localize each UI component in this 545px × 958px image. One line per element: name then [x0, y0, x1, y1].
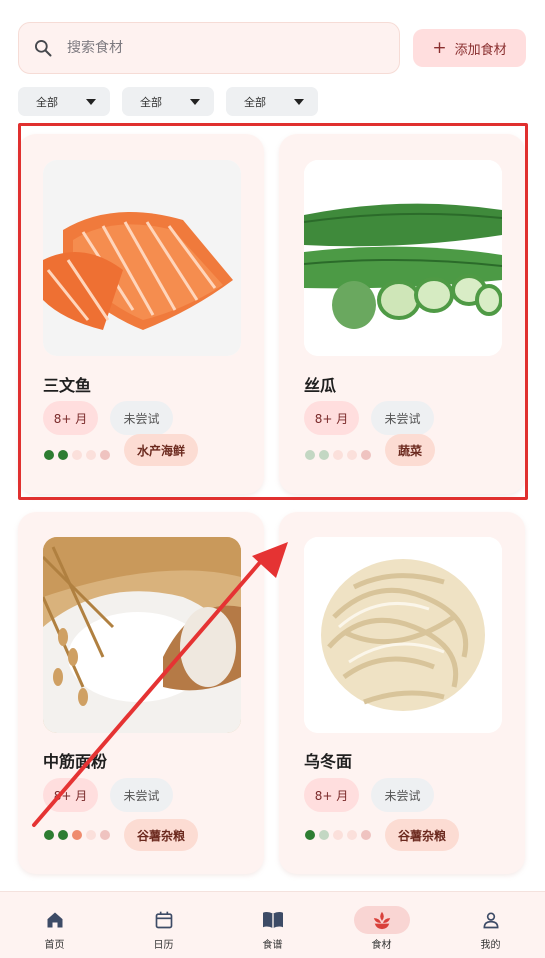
filter-dropdown-1[interactable]: 全部 — [18, 87, 110, 116]
rating-dot — [319, 450, 329, 460]
food-name: 乌冬面 — [304, 752, 353, 771]
nav-item-home[interactable]: 首页 — [0, 892, 109, 958]
udon-image — [304, 537, 502, 733]
flour-image — [43, 537, 241, 733]
age-badge: 8+ 月 — [43, 401, 98, 435]
rating-dot — [72, 830, 82, 840]
rating-dot — [72, 450, 82, 460]
age-badge: 8+ 月 — [304, 401, 359, 435]
nav-item-recipes[interactable]: 食谱 — [218, 892, 327, 958]
nav-label: 日历 — [153, 940, 174, 951]
search-input[interactable] — [67, 40, 347, 56]
rating-dot — [305, 830, 315, 840]
rating-dots — [305, 830, 371, 840]
rating-dot — [86, 830, 96, 840]
food-name: 丝瓜 — [304, 376, 337, 395]
bottom-navigation: 首页 日历 食谱 食材 我的 — [0, 891, 545, 958]
rating-dot — [58, 450, 68, 460]
nav-item-profile[interactable]: 我的 — [436, 892, 545, 958]
loofah-image — [304, 160, 502, 356]
filter-dropdown-3[interactable]: 全部 — [226, 87, 318, 116]
rating-dots — [305, 450, 371, 460]
food-icon — [353, 906, 410, 934]
nav-item-calendar[interactable]: 日历 — [109, 892, 218, 958]
search-icon — [35, 40, 52, 57]
rating-dot — [86, 450, 96, 460]
rating-dot — [333, 450, 343, 460]
rating-dot — [100, 450, 110, 460]
caret-down-icon — [190, 98, 200, 105]
plus-icon: + — [432, 37, 447, 58]
rating-dot — [347, 830, 357, 840]
add-food-label: 添加食材 — [454, 42, 507, 58]
nav-label: 食谱 — [262, 940, 283, 951]
rating-dot — [361, 830, 371, 840]
rating-dot — [305, 450, 315, 460]
food-card-flour[interactable]: 中筋面粉 8+ 月 未尝试 谷薯杂粮 — [18, 512, 264, 874]
food-name: 中筋面粉 — [43, 752, 108, 771]
filter-label: 全部 — [140, 95, 162, 109]
caret-down-icon — [294, 98, 304, 105]
category-badge: 蔬菜 — [385, 434, 436, 466]
age-badge: 8+ 月 — [304, 778, 359, 812]
rating-dots — [44, 830, 110, 840]
rating-dot — [361, 450, 371, 460]
home-icon — [27, 906, 83, 934]
search-bar[interactable] — [18, 22, 400, 74]
rating-dot — [44, 830, 54, 840]
rating-dot — [58, 830, 68, 840]
filter-dropdown-2[interactable]: 全部 — [122, 87, 214, 116]
food-card-salmon[interactable]: 三文鱼 8+ 月 未尝试 水产海鲜 — [18, 134, 264, 494]
category-badge: 谷薯杂粮 — [124, 819, 199, 851]
category-badge: 水产海鲜 — [124, 434, 199, 466]
filter-label: 全部 — [36, 95, 58, 109]
nav-item-ingredients[interactable]: 食材 — [327, 892, 436, 958]
status-badge: 未尝试 — [371, 778, 434, 812]
status-badge: 未尝试 — [110, 778, 173, 812]
food-card-udon[interactable]: 乌冬面 8+ 月 未尝试 谷薯杂粮 — [279, 512, 525, 874]
category-badge: 谷薯杂粮 — [385, 819, 460, 851]
nav-label: 首页 — [44, 940, 65, 951]
food-name: 三文鱼 — [43, 376, 92, 395]
filter-label: 全部 — [244, 95, 266, 109]
calendar-icon — [136, 906, 192, 934]
rating-dot — [319, 830, 329, 840]
caret-down-icon — [86, 98, 96, 105]
rating-dot — [44, 450, 54, 460]
age-badge: 8+ 月 — [43, 778, 98, 812]
nav-label: 我的 — [480, 940, 501, 951]
status-badge: 未尝试 — [110, 401, 173, 435]
rating-dot — [333, 830, 343, 840]
salmon-image — [43, 160, 241, 356]
food-card-loofah[interactable]: 丝瓜 8+ 月 未尝试 蔬菜 — [279, 134, 525, 494]
status-badge: 未尝试 — [371, 401, 434, 435]
add-food-button[interactable]: + 添加食材 — [413, 29, 526, 67]
person-icon — [463, 906, 519, 934]
rating-dots — [44, 450, 110, 460]
rating-dot — [347, 450, 357, 460]
book-icon — [245, 906, 301, 934]
rating-dot — [100, 830, 110, 840]
nav-label: 食材 — [371, 940, 392, 951]
